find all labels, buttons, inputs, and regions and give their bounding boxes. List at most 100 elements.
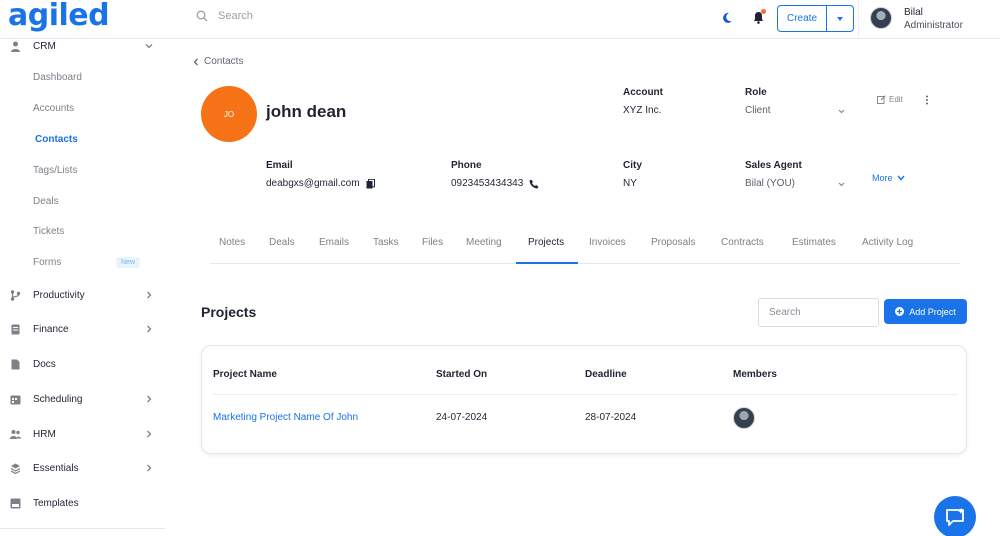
sidebar-item-label: Tickets (33, 225, 65, 237)
sidebar-item-tags-lists[interactable]: Tags/Lists (0, 159, 165, 181)
sidebar-item-label: Deals (33, 195, 59, 207)
sidebar-item-essentials[interactable]: Essentials (0, 457, 165, 479)
sidebar-item-tickets[interactable]: Tickets (0, 220, 165, 242)
dark-mode-icon[interactable] (720, 11, 734, 25)
user-avatar[interactable] (870, 7, 892, 29)
top-bar: agiled Search Create Bilal Administrator (0, 0, 1000, 39)
account-label: Account (623, 87, 663, 98)
active-tab-indicator (516, 262, 578, 264)
tab-files[interactable]: Files (422, 237, 443, 248)
sidebar-item-dashboard[interactable]: Dashboard (0, 66, 165, 88)
sidebar-item-label: Scheduling (33, 393, 83, 405)
phone-field[interactable]: 0923453434343 (451, 178, 539, 189)
app-logo[interactable]: agiled (8, 0, 110, 33)
sales-agent-select[interactable]: Bilal (YOU) (745, 178, 795, 189)
caret-down-icon (837, 16, 843, 21)
create-button[interactable]: Create (777, 5, 854, 32)
user-role: Administrator (904, 20, 963, 31)
add-project-button[interactable]: Add Project (884, 299, 967, 324)
create-dropdown-toggle[interactable] (827, 6, 853, 31)
tab-meeting[interactable]: Meeting (466, 237, 502, 248)
tab-invoices[interactable]: Invoices (589, 237, 626, 248)
sidebar-item-templates[interactable]: Templates (0, 492, 165, 514)
sales-agent-label: Sales Agent (745, 160, 802, 171)
column-header[interactable]: Project Name (213, 369, 277, 380)
sidebar-item-productivity[interactable]: Productivity (0, 284, 165, 306)
chevron-right-icon (147, 464, 152, 472)
tab-notes[interactable]: Notes (219, 237, 245, 248)
sidebar-item-label: Essentials (33, 462, 79, 474)
role-select[interactable]: Client (745, 105, 771, 116)
role-label: Role (745, 87, 767, 98)
edit-button[interactable]: Edit (877, 95, 903, 104)
contact-tabs: Notes Deals Emails Tasks Files Meeting P… (210, 230, 960, 264)
template-icon (10, 498, 21, 508)
tab-contracts[interactable]: Contracts (721, 237, 764, 248)
more-button[interactable]: More (872, 173, 905, 183)
calendar-icon (10, 395, 21, 404)
column-header[interactable]: Deadline (585, 369, 627, 380)
global-search[interactable]: Search (196, 10, 253, 22)
sidebar-item-forms[interactable]: Forms New (0, 251, 165, 273)
add-project-label: Add Project (909, 306, 956, 317)
sidebar-item-deals[interactable]: Deals (0, 190, 165, 212)
tab-estimates[interactable]: Estimates (792, 237, 836, 248)
more-options-icon[interactable] (925, 95, 929, 105)
member-avatar[interactable] (733, 407, 755, 429)
people-icon (10, 429, 21, 439)
sidebar-item-finance[interactable]: Finance (0, 318, 165, 340)
chat-support-button[interactable] (934, 496, 976, 536)
email-label: Email (266, 160, 293, 171)
projects-table: Project Name Started On Deadline Members… (201, 345, 967, 454)
sidebar-item-hrm[interactable]: HRM (0, 423, 165, 445)
tab-tasks[interactable]: Tasks (373, 237, 399, 248)
column-header[interactable]: Started On (436, 369, 487, 380)
project-name-link[interactable]: Marketing Project Name Of John (213, 412, 358, 423)
chevron-right-icon (147, 325, 152, 333)
new-badge: New (116, 256, 141, 268)
tab-deals[interactable]: Deals (269, 237, 295, 248)
contact-initials: JO (223, 109, 235, 119)
sidebar-item-crm[interactable]: CRM (0, 35, 165, 57)
chevron-down-icon[interactable] (838, 181, 845, 188)
sidebar-item-label: HRM (33, 428, 56, 440)
sidebar-item-label: Dashboard (33, 71, 82, 83)
projects-search-input[interactable]: Search (758, 298, 879, 327)
chevron-down-icon (896, 175, 905, 181)
tab-projects[interactable]: Projects (528, 237, 564, 248)
edit-label: Edit (889, 95, 903, 104)
account-value[interactable]: XYZ Inc. (623, 105, 661, 116)
table-divider (212, 394, 958, 395)
docs-icon (11, 359, 20, 369)
tab-proposals[interactable]: Proposals (651, 237, 695, 248)
phone-icon[interactable] (529, 179, 539, 189)
sidebar-item-label: Templates (33, 497, 79, 509)
account-value-text: XYZ Inc. (623, 105, 662, 116)
sidebar-item-docs[interactable]: Docs (0, 353, 165, 375)
city-value[interactable]: NY (623, 178, 637, 189)
user-icon (11, 41, 20, 52)
sidebar-item-scheduling[interactable]: Scheduling (0, 388, 165, 410)
copy-icon[interactable] (366, 178, 375, 189)
deadline-cell: 28-07-2024 (585, 412, 637, 423)
sidebar-item-contacts[interactable]: Contacts (0, 128, 165, 150)
create-label[interactable]: Create (778, 6, 827, 31)
finance-doc-icon (11, 324, 20, 334)
chevron-down-icon (145, 44, 153, 49)
chevron-down-icon[interactable] (838, 108, 845, 115)
city-label: City (623, 160, 642, 171)
sidebar-item-accounts[interactable]: Accounts (0, 97, 165, 119)
chevron-left-icon (193, 58, 198, 65)
branch-icon (10, 289, 21, 301)
column-header[interactable]: Members (733, 369, 777, 380)
back-to-contacts-link[interactable]: Contacts (193, 56, 243, 67)
search-icon (196, 10, 208, 22)
email-field[interactable]: deabgxs@gmail.com (266, 178, 375, 189)
contact-avatar[interactable]: JO (201, 86, 257, 142)
tab-emails[interactable]: Emails (319, 237, 349, 248)
sidebar-item-label: Forms (33, 256, 62, 268)
tab-activity-log[interactable]: Activity Log (862, 237, 913, 248)
sidebar-item-label: Docs (33, 358, 56, 370)
sidebar-item-label: CRM (33, 40, 56, 52)
user-name[interactable]: Bilal (904, 7, 923, 18)
